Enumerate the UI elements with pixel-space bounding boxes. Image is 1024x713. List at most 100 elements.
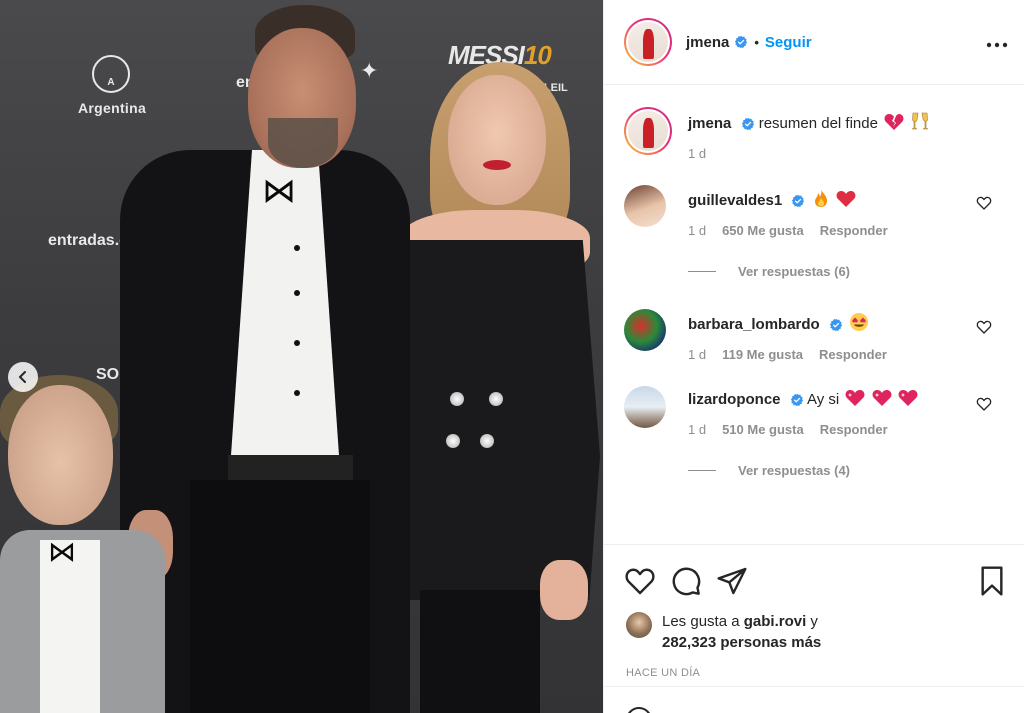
likes-joiner: y (810, 613, 818, 630)
comment-time[interactable]: 1 d (688, 422, 706, 437)
backdrop-text-so: SO (96, 366, 120, 383)
liker-username[interactable]: gabi.rovi (744, 613, 807, 630)
comment-likes-count[interactable]: 650 Me gusta (722, 223, 804, 238)
backdrop-text-argentina: Argentina (78, 100, 147, 116)
commenter-username[interactable]: barbara_lombardo (688, 316, 820, 333)
shirt-stud (294, 290, 300, 296)
author-avatar[interactable] (624, 18, 672, 66)
dress-button (446, 434, 460, 448)
caption-text: resumen del finde (758, 115, 878, 132)
save-bookmark-icon[interactable] (976, 565, 1008, 597)
view-replies-label: Ver respuestas (6) (738, 264, 851, 279)
like-heart-icon[interactable] (624, 565, 656, 597)
comment-time[interactable]: 1 d (688, 347, 706, 362)
comment-reply-button[interactable]: Responder (820, 422, 888, 437)
likes-prefix: Les gusta a (662, 613, 740, 630)
chevron-left-icon (19, 371, 26, 383)
red-heart-icon (836, 191, 856, 207)
verified-badge-icon (790, 393, 803, 407)
comment-text: Ay si (807, 391, 840, 408)
view-replies-button[interactable]: Ver respuestas (4) (688, 463, 1008, 478)
comment-time[interactable]: 1 d (688, 223, 706, 238)
comment-like-heart-icon[interactable] (976, 319, 992, 335)
commenter-avatar[interactable] (624, 185, 666, 227)
commenter-username[interactable]: lizardoponce (688, 391, 781, 408)
broken-heart-icon (884, 114, 904, 130)
post-timestamp[interactable]: HACE UN DÍA (604, 653, 1024, 679)
post-photo[interactable]: A Argentina MESSI10 SOLEIL entradas.com … (0, 0, 603, 713)
comment-meta: 1 d 119 Me gusta Responder (688, 347, 1008, 362)
sparkling-heart-icon (872, 390, 892, 406)
post-caption: jmena resumen del finde 1 d (624, 107, 1008, 161)
commenter-username[interactable]: guillevaldes1 (688, 192, 782, 209)
fire-icon (814, 189, 827, 207)
comment-item: guillevaldes1 1 d 650 Me gusta Responder (624, 185, 1008, 238)
comment-likes-count[interactable]: 119 Me gusta (722, 347, 803, 362)
view-replies-label: Ver respuestas (4) (738, 463, 851, 478)
replies-divider (688, 271, 716, 272)
liker-avatar[interactable] (626, 612, 652, 638)
comment-reply-button[interactable]: Responder (819, 347, 887, 362)
caption-time[interactable]: 1 d (688, 146, 706, 161)
comment-reply-button[interactable]: Responder (820, 223, 888, 238)
author-username-row: jmena • Seguir (686, 34, 812, 51)
post-side-panel: jmena • Seguir jmena resumen del finde 1… (603, 0, 1024, 713)
dress-button (480, 434, 494, 448)
more-options-icon[interactable] (986, 31, 1008, 54)
comment-meta: 1 d 510 Me gusta Responder (688, 422, 1008, 437)
woman-dress (385, 240, 600, 600)
share-paper-plane-icon[interactable] (716, 565, 748, 597)
comments-list[interactable]: jmena resumen del finde 1 d guillevaldes… (604, 85, 1024, 545)
verified-badge-icon (741, 117, 754, 131)
post-actions (604, 545, 1024, 603)
woman-legs (420, 590, 540, 713)
emoji-picker-icon[interactable] (626, 707, 652, 713)
carousel-prev-button[interactable] (8, 362, 38, 392)
woman-hand (540, 560, 588, 620)
caption-username[interactable]: jmena (688, 115, 731, 132)
comment-item: barbara_lombardo 1 d 119 Me gusta Respon… (624, 309, 1008, 362)
header-separator: • (754, 34, 759, 50)
replies-divider (688, 470, 716, 471)
ellipsis-icon (986, 42, 1008, 47)
add-comment-bar[interactable] (604, 686, 1024, 713)
author-username[interactable]: jmena (686, 34, 729, 51)
man-bowtie: ⋈ (262, 172, 296, 210)
champagne-toast-icon (912, 112, 929, 130)
comment-likes-count[interactable]: 510 Me gusta (722, 422, 804, 437)
comment-like-heart-icon[interactable] (976, 396, 992, 412)
verified-badge-icon (829, 318, 843, 332)
comment-meta: 1 d 650 Me gusta Responder (688, 223, 1008, 238)
child-bowtie: ⋈ (48, 536, 76, 567)
verified-badge-icon (735, 35, 748, 49)
man-pants (190, 480, 370, 713)
sparkling-heart-icon (845, 390, 865, 406)
woman-face (448, 75, 546, 205)
caption-meta: 1 d (688, 146, 930, 161)
sparkling-heart-icon (898, 390, 918, 406)
likes-summary: Les gusta a gabi.rovi y 282,323 personas… (604, 611, 1024, 653)
woman-lips (483, 160, 511, 170)
dress-button (489, 392, 503, 406)
child-face (8, 385, 113, 525)
comment-like-heart-icon[interactable] (976, 195, 992, 211)
sparkle-icon: ✦ (360, 58, 379, 83)
man-beard (268, 118, 338, 168)
shirt-stud (294, 340, 300, 346)
likes-others-count[interactable]: 282,323 personas más (662, 634, 821, 651)
comment-bubble-icon[interactable] (670, 565, 702, 597)
commenter-avatar[interactable] (624, 386, 666, 428)
caption-author-avatar[interactable] (624, 107, 672, 155)
shirt-stud (294, 245, 300, 251)
argentina-logo: A (92, 55, 130, 93)
shirt-stud (294, 390, 300, 396)
comment-item: lizardoponce Ay si 1 d 510 Me gusta Resp… (624, 386, 1008, 437)
heart-eyes-icon (850, 313, 869, 331)
follow-button[interactable]: Seguir (765, 34, 812, 51)
view-replies-button[interactable]: Ver respuestas (6) (688, 264, 1008, 279)
post-header: jmena • Seguir (604, 0, 1024, 85)
dress-button (450, 392, 464, 406)
verified-badge-icon (792, 194, 805, 208)
commenter-avatar[interactable] (624, 309, 666, 351)
man-belt (228, 455, 353, 483)
